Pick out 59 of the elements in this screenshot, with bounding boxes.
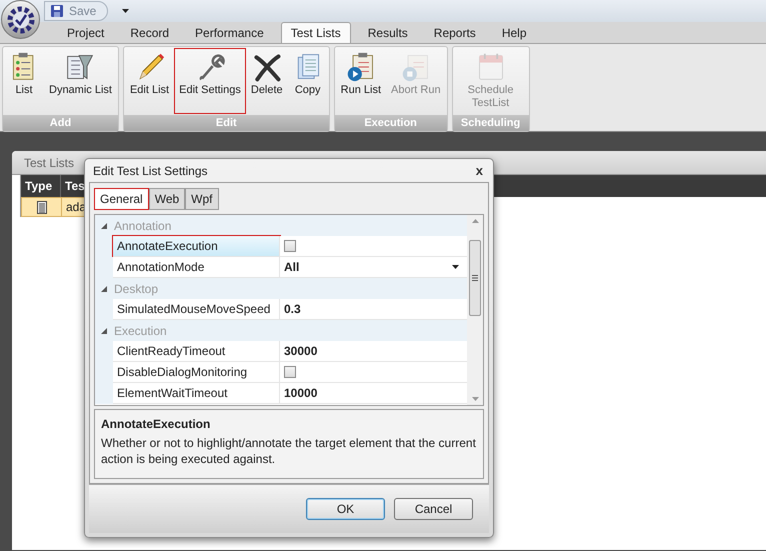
property-value[interactable]: 0.3 <box>284 300 301 318</box>
dialog-tab[interactable]: General <box>94 188 149 210</box>
ribbon-button[interactable]: Run List <box>336 48 386 114</box>
scroll-down-arrow-icon <box>472 397 478 401</box>
description-title: AnnotateExecution <box>101 416 212 433</box>
ribbon-tab[interactable]: Results <box>358 22 417 43</box>
dropdown-value[interactable]: All <box>284 258 300 276</box>
clipboard-stop-icon <box>400 52 431 82</box>
property-name[interactable]: AnnotationMode <box>113 257 280 278</box>
dropdown-arrow-icon <box>452 265 459 269</box>
description-text: Whether or not to highlight/annotate the target element that the current action is being executed against. <box>101 435 477 467</box>
ribbon-tab[interactable]: Project <box>58 22 114 43</box>
close-button[interactable]: x <box>476 164 483 177</box>
ribbon-tab[interactable]: Reports <box>424 22 485 43</box>
ribbon-group-label: Edit <box>124 115 329 131</box>
property-value[interactable]: 30000 <box>284 342 318 360</box>
dialog-button[interactable]: OK <box>306 498 385 520</box>
ribbon-group-label: Add <box>3 115 118 131</box>
document-funnel-icon <box>65 52 96 82</box>
property-name[interactable]: ClientReadyTimeout <box>113 341 280 362</box>
ribbon-button[interactable]: Copy <box>288 48 328 114</box>
property-value[interactable]: 10000 <box>284 384 318 402</box>
ribbon-button[interactable]: Edit List <box>124 48 174 114</box>
property-name[interactable]: SimulatedMouseMoveSpeed <box>113 299 280 320</box>
property-name[interactable]: ElementWaitTimeout <box>113 383 280 404</box>
ribbon-group-label: Scheduling <box>452 115 529 131</box>
property-name[interactable]: AnnotateExecution <box>113 236 280 257</box>
scrollbar-thumb[interactable] <box>469 240 481 316</box>
ribbon-button[interactable]: List <box>4 48 44 114</box>
ribbon-tab[interactable]: Help <box>492 22 536 43</box>
collapse-triangle-icon[interactable] <box>101 222 107 228</box>
dialog-tab[interactable]: Wpf <box>185 188 219 210</box>
category-label: Execution <box>114 322 167 340</box>
ribbon-group-label: Execution <box>334 115 447 131</box>
gear-check-icon <box>6 6 34 34</box>
grip-icon <box>472 275 478 281</box>
ribbon-tab[interactable]: Record <box>121 22 178 43</box>
ribbon-button[interactable]: Edit Settings <box>174 48 246 114</box>
scroll-up-arrow-icon <box>472 219 478 223</box>
category-label: Desktop <box>114 280 158 298</box>
ribbon-button[interactable]: Dynamic List <box>44 48 117 114</box>
clipboard-play-icon <box>346 52 376 82</box>
dialog-title: Edit Test List Settings <box>93 162 208 180</box>
collapse-triangle-icon[interactable] <box>101 328 107 334</box>
checkbox[interactable] <box>284 240 296 252</box>
category-label: Annotation <box>114 218 172 234</box>
dropdown-arrow-icon <box>122 9 129 13</box>
cross-icon <box>252 52 282 82</box>
checkbox[interactable] <box>284 366 296 378</box>
ribbon-tab[interactable]: Performance <box>186 22 273 43</box>
scrollbar[interactable] <box>467 215 483 405</box>
ribbon-tab[interactable]: Test Lists <box>280 22 351 43</box>
dialog-tab[interactable]: Web <box>148 188 186 210</box>
dialog-button[interactable]: Cancel <box>394 498 473 520</box>
list-document-icon <box>36 200 46 214</box>
collapse-triangle-icon[interactable] <box>101 286 107 292</box>
ribbon-button[interactable]: Delete <box>246 48 288 114</box>
property-name[interactable]: DisableDialogMonitoring <box>113 362 280 383</box>
panel-title: Test Lists <box>24 154 74 172</box>
